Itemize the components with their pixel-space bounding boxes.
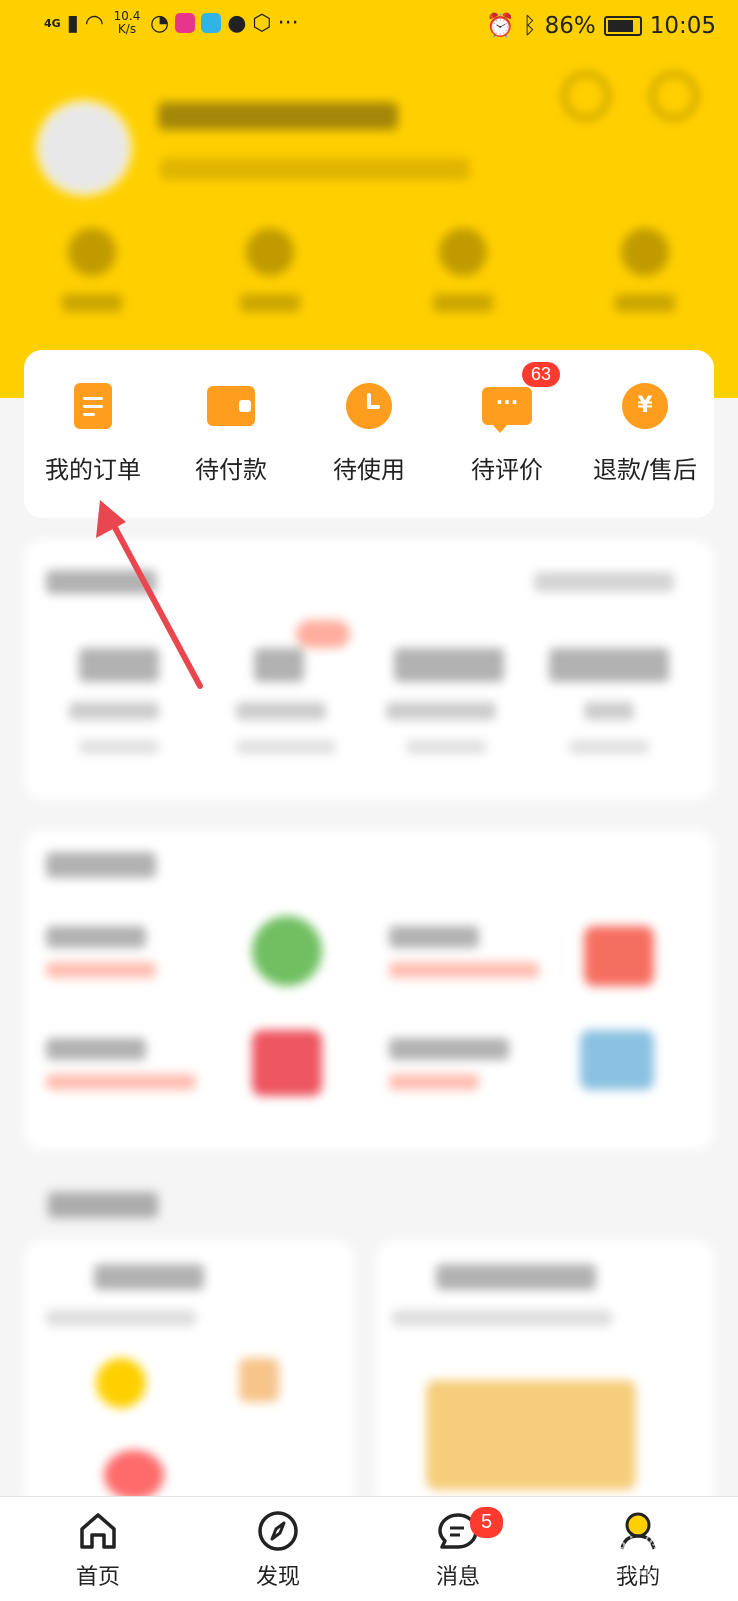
home-icon — [76, 1509, 120, 1553]
arrow-head — [96, 500, 126, 538]
nav-home[interactable]: 首页 — [48, 1509, 148, 1591]
compass-icon — [256, 1509, 300, 1553]
nav-label: 首页 — [75, 1565, 120, 1590]
message-count-badge: 5 — [470, 1507, 504, 1538]
nav-label: 消息 — [435, 1565, 480, 1590]
watermark: Bai 经验 jingyan.baidu.com — [594, 1525, 698, 1579]
watermark-url: jingyan.baidu.com — [593, 1565, 691, 1579]
annotation-arrow — [96, 500, 203, 689]
nav-discover[interactable]: 发现 — [228, 1509, 328, 1591]
nav-label: 发现 — [255, 1565, 300, 1590]
arrow-shaft — [109, 519, 203, 689]
nav-messages[interactable]: 5 消息 — [408, 1507, 508, 1591]
watermark-text: Bai 经验 — [593, 1531, 698, 1562]
